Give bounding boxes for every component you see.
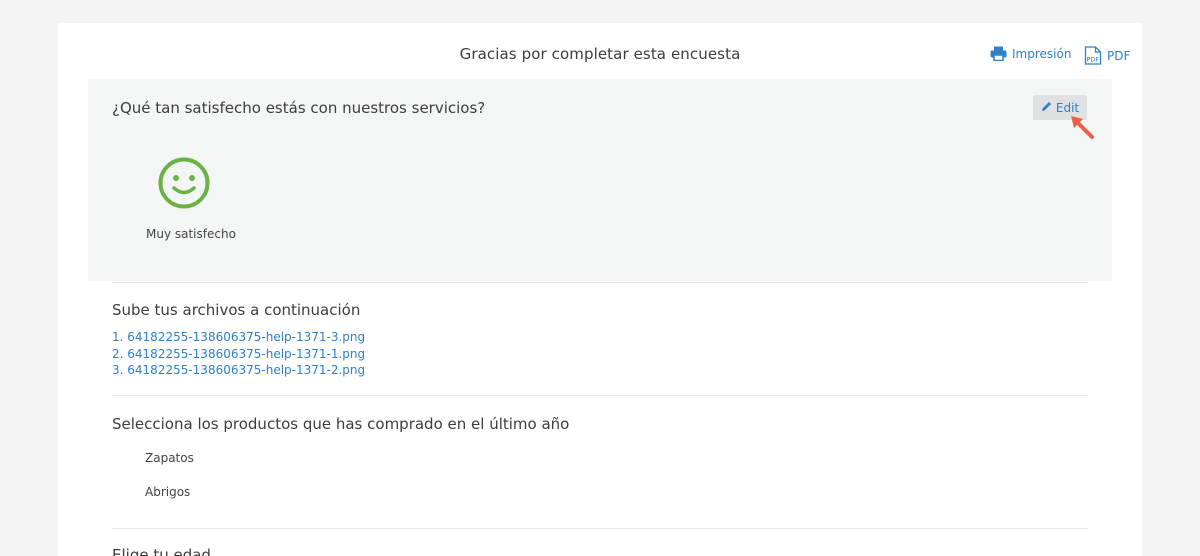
question-title: ¿Qué tan satisfecho estás con nuestros s… [112, 99, 486, 117]
product-item: Abrigos [145, 485, 191, 499]
print-label: Impresión [1012, 46, 1072, 61]
file-link[interactable]: 1. 64182255-138606375-help-1371-3.png [112, 329, 365, 346]
svg-text:PDF: PDF [1087, 56, 1100, 64]
divider [112, 528, 1088, 529]
divider [112, 282, 1088, 283]
products-title: Selecciona los productos que has comprad… [112, 415, 570, 433]
pdf-button[interactable]: PDF PDF [1084, 46, 1130, 65]
printer-icon [990, 46, 1007, 61]
uploads-title: Sube tus archivos a continuación [112, 301, 361, 319]
pdf-file-icon: PDF [1084, 46, 1102, 65]
file-link[interactable]: 2. 64182255-138606375-help-1371-1.png [112, 346, 365, 363]
file-link[interactable]: 3. 64182255-138606375-help-1371-2.png [112, 362, 365, 379]
age-title: Elige tu edad [112, 546, 211, 556]
pointer-arrow-icon [1068, 113, 1098, 147]
product-item: Zapatos [145, 451, 194, 465]
divider [112, 395, 1088, 396]
pencil-icon [1041, 101, 1052, 115]
smiley-face-icon [158, 157, 210, 213]
pdf-label: PDF [1107, 48, 1131, 63]
question-satisfaction: ¿Qué tan satisfecho estás con nuestros s… [88, 79, 1112, 281]
file-list: 1. 64182255-138606375-help-1371-3.png 2.… [112, 329, 365, 379]
answer-label: Muy satisfecho [146, 227, 236, 241]
print-button[interactable]: Impresión [990, 46, 1071, 61]
